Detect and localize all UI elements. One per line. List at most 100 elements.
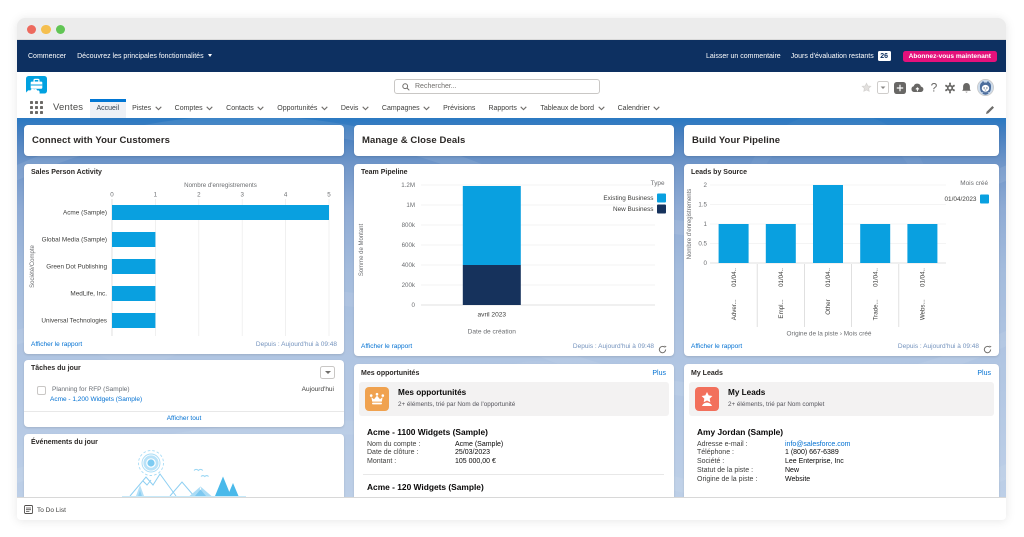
task-checkbox[interactable] (37, 386, 46, 395)
vector-graphic: Nombre d'enregistrements 0 1 2 3 4 5 Acme (Samp… (30, 182, 331, 336)
chart-text: MedLife, Inc. (70, 291, 107, 298)
field-label: Téléphone : (697, 449, 734, 457)
ui-container: Amy Jordan (Sample) Adresse e-mail : info@… (697, 427, 989, 485)
section-title: Manage & Close Deals (362, 135, 466, 146)
view-report-link[interactable]: Afficher le rapport (691, 343, 742, 350)
browser-window: Commencer Découvrez les principales fonc… (17, 18, 1006, 520)
notifications-bell-icon[interactable] (961, 82, 972, 94)
ui-element (40, 101, 43, 104)
chart-text: 0.5 (698, 241, 707, 248)
as-of-timestamp: Depuis : Aujourd'hui à 09:48 (897, 343, 979, 350)
feedback-link[interactable]: Laisser un commentaire (706, 53, 781, 60)
app-logo-icon[interactable] (26, 76, 47, 96)
chart-text: Green Dot Publishing (46, 264, 107, 271)
chart-rect (949, 90, 951, 93)
tab-contacts[interactable]: Contacts (220, 99, 271, 118)
refresh-icon[interactable] (658, 341, 667, 354)
ui-container: Commencer Découvrez les principales fonc… (28, 40, 212, 72)
icon-path (206, 106, 213, 111)
field-value: Acme (Sample) (455, 440, 504, 448)
chevron-down-icon (257, 106, 264, 111)
tab-rapports[interactable]: Rapports (482, 99, 534, 118)
vector-graphic (894, 81, 906, 94)
view-all-link[interactable]: Afficher tout (24, 415, 344, 422)
app-launcher-icon[interactable] (30, 101, 43, 114)
caret-down-icon (207, 54, 212, 57)
list-subtitle: 2+ éléments, trié par Nom complet (728, 401, 825, 408)
record-name-link[interactable]: Amy Jordan (Sample) (697, 427, 989, 437)
help-icon[interactable]: ? (929, 81, 939, 94)
tab-comptes[interactable]: Comptes (168, 99, 220, 118)
vector-graphic (861, 82, 872, 92)
chart-rect (112, 259, 156, 274)
discover-features-menu[interactable]: Découvrez les principales fonctionnalité… (77, 53, 212, 60)
list-title[interactable]: Mes opportunités (398, 388, 466, 397)
ui-element (35, 101, 38, 104)
global-search-input[interactable]: Rechercher... (394, 79, 600, 94)
chart-rect (112, 286, 156, 301)
tab-pistes[interactable]: Pistes (126, 99, 169, 118)
tab-opportunit-s[interactable]: Opportunités (271, 99, 335, 118)
vector-graphic: 0 0.5 1 1.5 2 Adver... 01/04.. Empl... 01/04..… (687, 180, 989, 338)
view-report-link[interactable]: Afficher le rapport (361, 343, 412, 350)
minimize-window-button[interactable] (41, 24, 51, 34)
ui-container: Accueil Pistes Comptes Contacts Opportunités… (90, 97, 667, 118)
chart-rect (765, 224, 796, 263)
ui-element (40, 111, 43, 114)
setup-gear-icon[interactable] (944, 82, 956, 94)
avatar[interactable] (977, 79, 994, 96)
window-titlebar (17, 18, 1006, 40)
favorites-dropdown-button[interactable] (877, 81, 889, 94)
get-started-link[interactable]: Commencer (28, 53, 66, 60)
chart-rect (980, 194, 989, 204)
more-link[interactable]: Plus (652, 370, 666, 377)
as-of-timestamp: Depuis : Aujourd'hui à 09:48 (572, 343, 654, 350)
record-field: Montant : 105 000,00 € (367, 458, 664, 467)
tasks-menu-button[interactable] (320, 366, 335, 379)
more-link[interactable]: Plus (977, 370, 991, 377)
record-name-link[interactable]: Acme - 120 Widgets (Sample) (367, 482, 664, 492)
global-actions-icon[interactable] (894, 81, 906, 94)
field-label: Date de clôture : (367, 449, 419, 457)
chart-rect (949, 82, 951, 85)
ui-container: Laisser un commentaire Jours d'évaluatio… (706, 40, 997, 72)
tab-label: Devis (340, 105, 359, 112)
chart-text: Empl... 01/04.. (778, 268, 785, 319)
salesforce-assistant-icon[interactable] (911, 82, 924, 93)
favorites-star-icon[interactable] (861, 82, 872, 93)
record-field: Téléphone : 1 (800) 667-6389 (697, 449, 989, 458)
tab-devis[interactable]: Devis (334, 99, 375, 118)
record-name-link[interactable]: Acme - 1100 Widgets (Sample) (367, 427, 664, 437)
view-report-link[interactable]: Afficher le rapport (31, 341, 82, 348)
chart-rect (657, 204, 666, 214)
field-label: Montant : (367, 458, 397, 466)
trial-banner: Commencer Découvrez les principales fonc… (17, 40, 1006, 72)
chart-text: 2 (197, 192, 201, 199)
tab-campagnes[interactable]: Campagnes (375, 99, 436, 118)
icon-path (989, 345, 992, 348)
tab-tableaux-de-bord[interactable]: Tableaux de bord (534, 99, 611, 118)
close-window-button[interactable] (26, 24, 36, 34)
chart-rect (112, 232, 156, 247)
icon-path (520, 106, 528, 111)
icon-path (702, 402, 712, 406)
list-title[interactable]: My Leads (728, 388, 765, 397)
chart-rect (112, 313, 156, 328)
tab-pr-visions[interactable]: Prévisions (437, 99, 482, 118)
chart-text: Origine de la piste › Mois créé (787, 331, 872, 338)
task-name[interactable]: Planning for RFP (Sample) (52, 386, 130, 393)
tab-calendrier[interactable]: Calendrier (611, 99, 667, 118)
record-field: Statut de la piste : New (697, 467, 989, 476)
task-related-link[interactable]: Acme - 1,200 Widgets (Sample) (50, 396, 142, 403)
search-icon (402, 78, 410, 96)
tab-accueil[interactable]: Accueil (90, 99, 126, 118)
record-field: Nom du compte : Acme (Sample) (367, 441, 664, 450)
ui-element (30, 101, 33, 104)
todo-list-utility[interactable]: To Do List (24, 505, 66, 516)
field-value-link[interactable]: info@salesforce.com (785, 441, 850, 450)
maximize-window-button[interactable] (55, 24, 65, 34)
section-header-build: Build Your Pipeline (684, 125, 999, 156)
refresh-icon[interactable] (983, 341, 992, 354)
tab-label: Pistes (132, 105, 152, 112)
subscribe-button[interactable]: Abonnez-vous maintenant (902, 50, 997, 62)
